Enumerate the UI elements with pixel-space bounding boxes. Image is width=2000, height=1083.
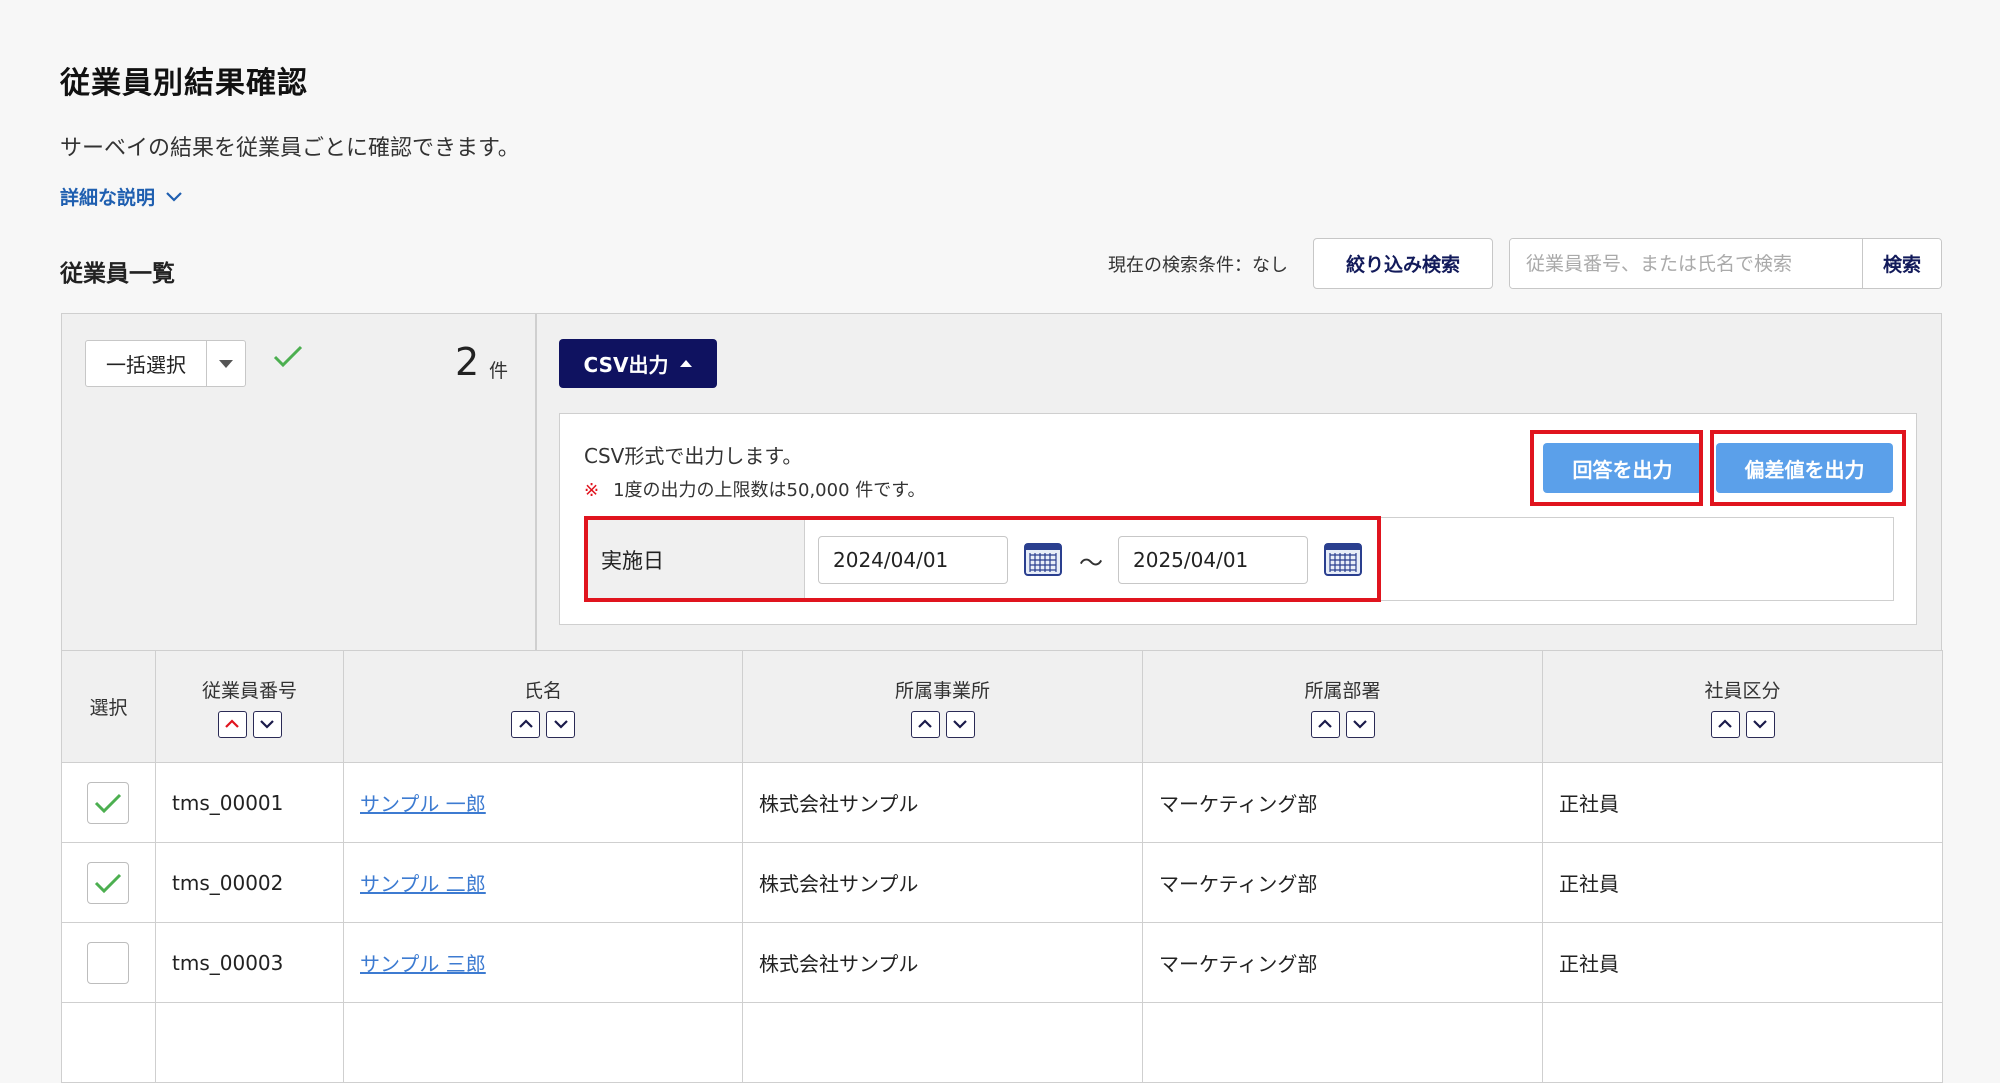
header-label: 選択	[89, 697, 128, 719]
sort-asc-button[interactable]	[910, 710, 940, 738]
chevron-down-icon	[260, 720, 274, 729]
table-header-row: 選択 従業員番号 氏名 所属事業所 所属部署 社員区分	[61, 650, 1943, 763]
table-row: tms_00002 サンプル 二郎 株式会社サンプル マーケティング部 正社員	[61, 842, 1943, 923]
name-cell: サンプル 一郎	[343, 762, 743, 843]
search-input[interactable]	[1510, 239, 1862, 288]
sort-desc-button[interactable]	[1345, 710, 1375, 738]
highlight-box	[1710, 430, 1906, 506]
highlight-box	[1530, 430, 1703, 506]
sort-asc-button[interactable]	[511, 710, 540, 738]
note-mark: ※	[584, 480, 600, 501]
employee-type-cell: 正社員	[1542, 842, 1943, 923]
name-cell: サンプル 三郎	[343, 922, 743, 1003]
bulk-select-dropdown[interactable]: 一括選択	[85, 340, 246, 387]
select-cell	[61, 842, 156, 923]
header-department: 所属部署	[1142, 650, 1543, 763]
csv-output-button[interactable]: CSV出力	[559, 339, 717, 388]
chevron-up-icon	[1318, 719, 1332, 728]
employee-type-cell	[1542, 1002, 1943, 1083]
row-checkbox[interactable]	[87, 781, 129, 824]
chevron-up-icon	[918, 719, 932, 728]
sort-desc-button[interactable]	[945, 710, 975, 738]
detail-link[interactable]: 詳細な説明	[60, 183, 183, 210]
csv-output-label: CSV出力	[583, 353, 669, 377]
bulk-select-label[interactable]: 一括選択	[86, 341, 206, 386]
name-cell	[343, 1002, 743, 1083]
employee-name-link[interactable]: サンプル 一郎	[360, 792, 486, 816]
sort-desc-button[interactable]	[252, 710, 282, 738]
selected-count-unit: 件	[489, 360, 509, 382]
chevron-down-icon	[166, 191, 182, 202]
table-row: tms_00001 サンプル 一郎 株式会社サンプル マーケティング部 正社員	[61, 762, 1943, 843]
select-cell	[61, 1002, 156, 1083]
sort-desc-button[interactable]	[1745, 710, 1775, 738]
header-label: 従業員番号	[201, 679, 297, 702]
caret-down-icon	[219, 359, 233, 368]
page-title: 従業員別結果確認	[60, 66, 308, 101]
header-office: 所属事業所	[742, 650, 1143, 763]
row-checkbox[interactable]	[87, 941, 129, 984]
office-cell: 株式会社サンプル	[742, 842, 1143, 923]
selected-count: 2	[455, 340, 480, 384]
chevron-up-icon	[225, 719, 239, 728]
section-title: 従業員一覧	[60, 261, 175, 287]
office-cell	[742, 1002, 1143, 1083]
select-cell	[61, 922, 156, 1003]
employee-name-link[interactable]: サンプル 三郎	[360, 952, 486, 976]
table-row	[61, 1002, 1943, 1083]
department-cell: マーケティング部	[1142, 922, 1543, 1003]
sort-asc-button[interactable]	[1310, 710, 1340, 738]
sort-desc-button[interactable]	[546, 710, 575, 738]
header-label: 所属部署	[1304, 679, 1381, 702]
name-cell: サンプル 二郎	[343, 842, 743, 923]
sort-asc-button[interactable]	[217, 710, 247, 738]
detail-link-label: 詳細な説明	[60, 187, 156, 209]
employee-number-cell: tms_00001	[155, 762, 344, 843]
header-label: 所属事業所	[894, 679, 990, 702]
csv-limit-note: ※ 1度の出力の上限数は50,000 件です。	[584, 476, 925, 502]
search-button[interactable]: 検索	[1862, 239, 1941, 288]
page-description: サーベイの結果を従業員ごとに確認できます。	[60, 136, 520, 161]
caret-up-icon	[680, 360, 693, 367]
csv-description: CSV形式で出力します。	[584, 444, 803, 468]
bulk-select-caret[interactable]	[206, 341, 245, 386]
check-icon	[94, 873, 122, 893]
office-cell: 株式会社サンプル	[742, 922, 1143, 1003]
chevron-down-icon	[1753, 720, 1767, 729]
chevron-down-icon	[553, 720, 568, 729]
employee-number-cell: tms_00003	[155, 922, 344, 1003]
department-cell	[1142, 1002, 1543, 1083]
header-employee-type: 社員区分	[1542, 650, 1943, 763]
note-text: 1度の出力の上限数は50,000 件です。	[613, 480, 926, 501]
employee-number-cell: tms_00002	[155, 842, 344, 923]
row-checkbox[interactable]	[87, 861, 129, 904]
department-cell: マーケティング部	[1142, 842, 1543, 923]
filter-search-button[interactable]: 絞り込み検索	[1313, 238, 1493, 289]
header-select: 選択	[61, 650, 156, 763]
current-search-condition: 現在の検索条件：なし	[1108, 255, 1288, 276]
header-label: 社員区分	[1704, 679, 1781, 702]
employee-number-cell	[155, 1002, 344, 1083]
header-label: 氏名	[523, 679, 562, 702]
office-cell: 株式会社サンプル	[742, 762, 1143, 843]
employee-type-cell: 正社員	[1542, 922, 1943, 1003]
panel-divider	[535, 313, 537, 651]
check-icon	[94, 793, 122, 813]
select-cell	[61, 762, 156, 843]
header-employee-number: 従業員番号	[155, 650, 344, 763]
highlight-box	[584, 516, 1381, 602]
chevron-up-icon	[1718, 719, 1732, 728]
department-cell: マーケティング部	[1142, 762, 1543, 843]
chevron-down-icon	[953, 720, 967, 729]
header-name: 氏名	[343, 650, 743, 763]
employee-table: 選択 従業員番号 氏名 所属事業所 所属部署 社員区分 tms_00001 サン…	[61, 650, 1943, 1083]
chevron-up-icon	[518, 719, 533, 728]
chevron-down-icon	[1353, 720, 1367, 729]
employee-name-link[interactable]: サンプル 二郎	[360, 872, 486, 896]
employee-type-cell: 正社員	[1542, 762, 1943, 843]
table-row: tms_00003 サンプル 三郎 株式会社サンプル マーケティング部 正社員	[61, 922, 1943, 1003]
sort-asc-button[interactable]	[1710, 710, 1740, 738]
search-box: 検索	[1509, 238, 1942, 289]
check-icon	[273, 345, 303, 368]
